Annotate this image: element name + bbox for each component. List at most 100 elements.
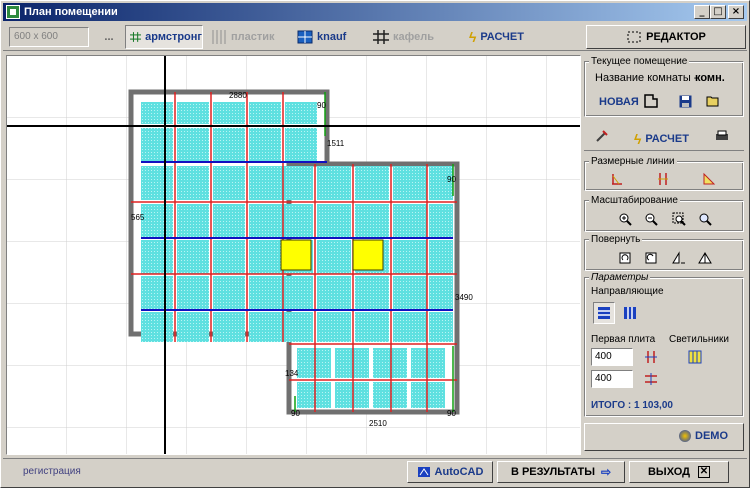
zoom-in-icon[interactable] [615, 210, 635, 228]
exit-x-icon: ✕ [698, 466, 710, 478]
room-shape-icon[interactable] [641, 92, 661, 110]
arrow-right-icon: ⇨ [600, 465, 612, 479]
dim-565: 565 [131, 213, 145, 222]
demo-label: DEMO [695, 430, 728, 442]
autocad-label: AutoCAD [434, 466, 484, 478]
toolbar: 600 x 600 ... армстронг пластик knauf ка… [3, 23, 747, 51]
autocad-icon [417, 467, 430, 477]
current-room-group: Текущее помещение Название комнаты - ком… [584, 56, 744, 117]
maximize-button[interactable]: □ [710, 5, 726, 19]
light-1[interactable] [280, 239, 312, 271]
scale-group-label: Масштабирование [589, 195, 680, 206]
main-window: План помещении _ □ × 600 x 600 ... армст… [0, 0, 750, 488]
dim-90-d: 90 [447, 409, 456, 418]
editor-button[interactable]: РЕДАКТОР [586, 25, 746, 49]
right-panel: Текущее помещение Название комнаты - ком… [584, 55, 746, 453]
hash-icon [373, 30, 389, 44]
plastic-label: пластик [231, 31, 275, 43]
calc-top-button[interactable]: ϟ РАСЧЕТ [469, 25, 533, 49]
plastic-button[interactable]: пластик [207, 25, 277, 49]
shift-horizontal-icon[interactable] [641, 348, 661, 366]
stripes-icon [212, 30, 226, 44]
dim-2510: 2510 [369, 419, 387, 428]
scale-group: Масштабирование [584, 195, 744, 232]
open-folder-icon[interactable] [703, 92, 723, 110]
editor-label: РЕДАКТОР [646, 31, 706, 43]
save-icon[interactable] [675, 92, 695, 110]
more-button[interactable]: ... [97, 25, 121, 49]
status-bar: регистрация AutoCAD В РЕЗУЛЬТАТЫ ⇨ ВЫХОД… [3, 458, 747, 484]
light-2[interactable] [352, 239, 384, 271]
demo-icon [679, 430, 691, 442]
exit-button[interactable]: ВЫХОД ✕ [629, 461, 729, 483]
rotate-left-icon[interactable] [615, 249, 635, 267]
rotate-group-label: Повернуть [589, 234, 643, 245]
first-tile-y-input[interactable]: 400 [591, 370, 633, 388]
room-name-value[interactable]: комн. [695, 72, 725, 84]
shift-vertical-icon[interactable] [641, 370, 661, 388]
flip-vertical-icon[interactable] [695, 249, 715, 267]
current-room-group-label: Текущее помещение [589, 56, 690, 67]
room-name-label: Название комнаты - [595, 72, 698, 84]
dim-lines-group-label: Размерные линии [589, 156, 677, 167]
params-group: Параметры Направляющие Первая плита Свет… [584, 272, 744, 417]
lights-icon[interactable] [685, 348, 705, 366]
dim-1511: 1511 [327, 139, 345, 148]
window-title: План помещении [24, 6, 118, 18]
floor-plan-canvas[interactable]: 2880 90 1511 90 3490 565 134 90 90 2510 [6, 55, 581, 455]
zoom-fit-icon[interactable] [695, 210, 715, 228]
autocad-button[interactable]: AutoCAD [407, 461, 493, 483]
registration-link[interactable]: регистрация [23, 466, 81, 477]
dim-90-c: 90 [291, 409, 300, 418]
horizontal-guides-icon [598, 307, 610, 319]
print-icon[interactable] [712, 127, 732, 145]
flip-horizontal-icon[interactable] [669, 249, 689, 267]
tools-icon[interactable] [592, 127, 612, 145]
total-row: ИТОГО : 1 103,00 [591, 400, 673, 411]
demo-button[interactable]: DEMO [584, 423, 744, 451]
zoom-region-icon[interactable] [669, 210, 689, 228]
dim-line-vertical-icon[interactable] [653, 170, 673, 188]
calc-side-button[interactable]: ϟ РАСЧЕТ [634, 131, 689, 147]
dim-line-horizontal-icon[interactable] [607, 170, 627, 188]
params-group-label: Параметры [589, 272, 651, 283]
lightning-icon-side: ϟ [634, 131, 642, 147]
knauf-icon [297, 30, 313, 44]
total-value: 1 103,00 [634, 400, 673, 411]
dim-90-b: 90 [447, 175, 456, 184]
dim-134: 134 [285, 369, 299, 378]
dim-90-a: 90 [317, 101, 326, 110]
floor-plan-drawing: 2880 90 1511 90 3490 565 134 90 90 2510 [7, 56, 580, 454]
tile-button[interactable]: кафель [369, 25, 439, 49]
dim-lines-group: Размерные линии [584, 156, 744, 191]
knauf-button[interactable]: knauf [293, 25, 353, 49]
rotate-group: Повернуть [584, 234, 744, 271]
title-bar[interactable]: План помещении _ □ × [3, 3, 747, 21]
grid-icon [130, 32, 142, 42]
editor-icon [627, 31, 641, 43]
app-icon [6, 5, 20, 19]
armstrong-button[interactable]: армстронг [125, 25, 203, 49]
lightning-icon: ϟ [469, 29, 477, 45]
guides-horizontal-button[interactable] [593, 302, 615, 324]
knauf-label: knauf [317, 31, 347, 43]
exit-label: ВЫХОД [647, 466, 690, 478]
first-tile-label: Первая плита [591, 334, 656, 345]
minimize-button[interactable]: _ [694, 5, 710, 19]
to-results-button[interactable]: В РЕЗУЛЬТАТЫ ⇨ [497, 461, 625, 483]
close-button[interactable]: × [728, 5, 744, 19]
first-tile-x-input[interactable]: 400 [591, 348, 633, 366]
zoom-out-icon[interactable] [641, 210, 661, 228]
new-room-button[interactable]: НОВАЯ [599, 96, 639, 108]
calc-side-label: РАСЧЕТ [645, 133, 689, 145]
to-results-label: В РЕЗУЛЬТАТЫ [510, 466, 595, 478]
guides-vertical-button[interactable] [619, 302, 641, 324]
lights-label: Светильники [669, 334, 729, 345]
rotate-right-icon[interactable] [641, 249, 661, 267]
dim-line-diagonal-icon[interactable] [699, 170, 719, 188]
calc-top-label: РАСЧЕТ [480, 31, 524, 43]
dim-3490: 3490 [455, 293, 473, 302]
dim-top: 2880 [229, 91, 247, 100]
vertical-guides-icon [624, 307, 636, 319]
tile-size-field[interactable]: 600 x 600 [9, 27, 89, 47]
